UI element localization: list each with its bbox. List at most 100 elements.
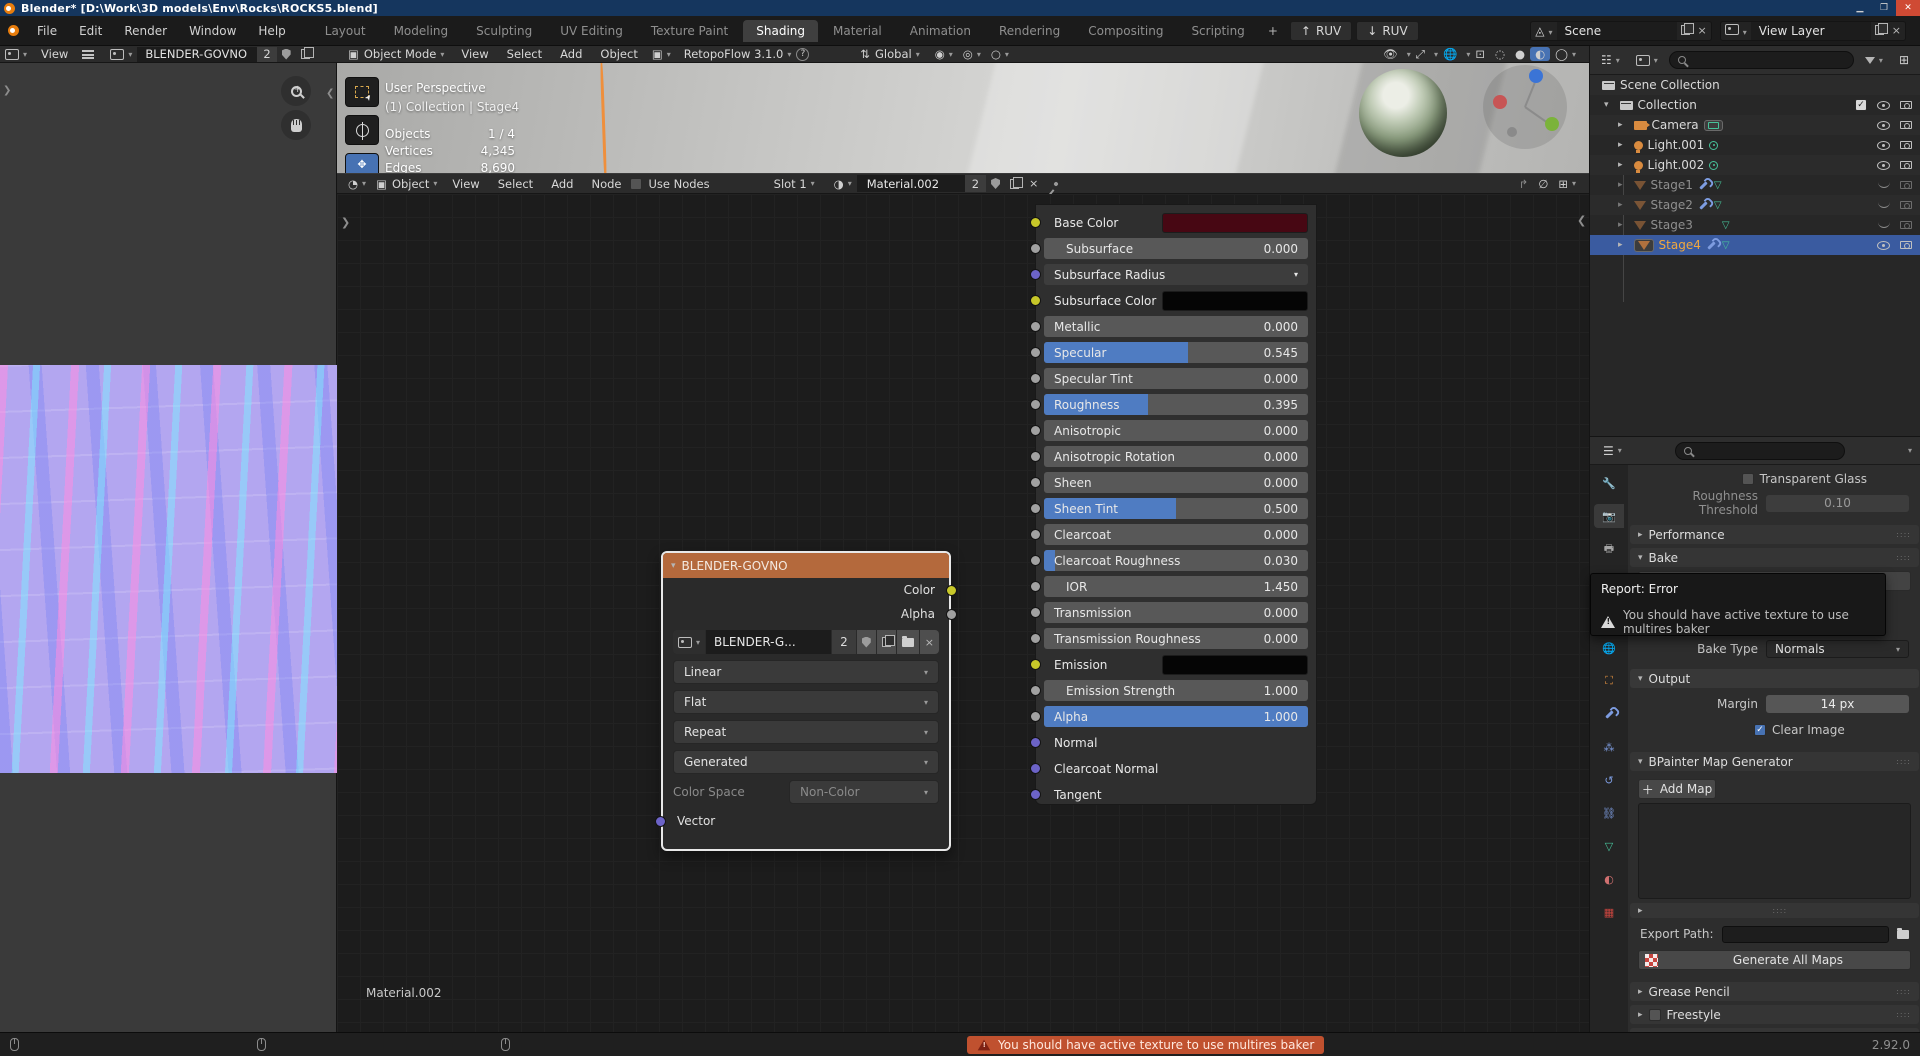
shading-material-preview-icon[interactable]: ◐: [1530, 47, 1551, 61]
active-tool-dropdown[interactable]: ▣ ▾: [647, 47, 676, 61]
properties-search-input[interactable]: [1674, 441, 1845, 460]
expand-arrow-icon[interactable]: ▸: [1618, 180, 1623, 190]
principled-bsdf-node[interactable]: Base Color Subsurface 0.000 Subsurface Ra…: [1030, 204, 1317, 805]
drag-handle-icon[interactable]: ::::: [1896, 553, 1911, 562]
outliner-row-stage4[interactable]: ▸ Stage4 ▽: [1590, 235, 1920, 255]
menu-render[interactable]: Render: [114, 21, 177, 41]
image-editor-canvas[interactable]: ❯ ❮: [0, 63, 337, 1032]
bsdf-row-tangent[interactable]: Tangent: [1030, 784, 1308, 805]
collection-checkbox[interactable]: ✓: [1855, 99, 1867, 111]
viewport-add-menu[interactable]: Add: [551, 47, 591, 61]
input-socket[interactable]: [1030, 451, 1041, 462]
input-socket[interactable]: [1030, 529, 1041, 540]
tab-texture-paint[interactable]: Texture Paint: [638, 20, 741, 42]
outliner-row-light1[interactable]: ▸ Light.001: [1590, 135, 1920, 155]
browse-material-icon[interactable]: ◑ ▾: [829, 177, 857, 191]
grease-pencil-section[interactable]: ▸ Grease Pencil::::: [1630, 982, 1919, 1001]
bsdf-row-subsurface[interactable]: Subsurface 0.000: [1030, 238, 1308, 259]
bsdf-row-specular[interactable]: Specular 0.545: [1030, 342, 1308, 363]
shading-solid-icon[interactable]: ●: [1510, 47, 1530, 61]
hidden-eye-icon[interactable]: [1878, 202, 1890, 208]
input-socket[interactable]: [1030, 503, 1041, 514]
hide-viewport-icon[interactable]: [1877, 160, 1890, 170]
roughness-threshold-field[interactable]: 0.10: [1766, 494, 1909, 512]
color-output-socket[interactable]: [946, 585, 957, 596]
input-socket[interactable]: [1030, 347, 1041, 358]
tab-physics-icon[interactable]: ↺: [1594, 768, 1624, 792]
tab-animation[interactable]: Animation: [897, 20, 984, 42]
tab-texture-icon[interactable]: ▦: [1594, 900, 1624, 924]
outliner-row-collection[interactable]: ▾ Collection ✓: [1590, 95, 1920, 115]
input-socket[interactable]: [1030, 477, 1041, 488]
unlink-view-layer-icon[interactable]: ×: [1888, 24, 1905, 37]
margin-field[interactable]: 14 px: [1766, 695, 1909, 713]
use-nodes-checkbox[interactable]: [630, 177, 643, 190]
tab-modifiers-icon[interactable]: [1594, 702, 1624, 726]
output-section[interactable]: ▾ Output: [1630, 669, 1919, 688]
blender-menu-icon[interactable]: [8, 25, 19, 36]
cursor-tool-button[interactable]: [345, 115, 379, 145]
bpainter-section[interactable]: ▾ BPainter Map Generator::::: [1630, 752, 1919, 771]
tab-material[interactable]: Material: [820, 20, 895, 42]
tab-rendering[interactable]: Rendering: [986, 20, 1073, 42]
viewport-canvas[interactable]: User Perspective (1) Collection | Stage4…: [337, 63, 1589, 173]
properties-filter-dropdown[interactable]: ▾: [1908, 446, 1912, 455]
transparent-glass-checkbox[interactable]: [1741, 473, 1754, 485]
input-socket[interactable]: [1030, 373, 1041, 384]
hide-viewport-icon[interactable]: [1877, 140, 1890, 150]
menu-help[interactable]: Help: [248, 21, 295, 41]
texture-image-users[interactable]: 2: [832, 630, 856, 654]
menu-window[interactable]: Window: [179, 21, 246, 41]
ruv-export-button[interactable]: ↑ RUV: [1289, 20, 1353, 41]
insert-node-arrow-icon[interactable]: ↱: [1514, 177, 1534, 191]
generate-all-maps-button[interactable]: Generate All Maps: [1638, 950, 1911, 970]
shader-type-selector[interactable]: Object: [392, 177, 429, 191]
editor-type-button[interactable]: ▾: [0, 48, 32, 60]
browse-folder-icon[interactable]: [1897, 927, 1909, 939]
slot-selector[interactable]: Slot 1: [774, 177, 807, 191]
mode-selector[interactable]: Object Mode: [364, 47, 436, 61]
bsdf-row-transmission[interactable]: Transmission 0.000: [1030, 602, 1308, 623]
light-data-icon[interactable]: [1709, 140, 1719, 150]
color-space-dropdown[interactable]: Non-Color ▾: [789, 780, 939, 804]
freestyle-checkbox[interactable]: [1648, 1008, 1661, 1021]
expand-arrow-icon[interactable]: ▸: [1618, 220, 1623, 230]
tab-constraints-icon[interactable]: ⛓: [1594, 801, 1624, 825]
input-socket[interactable]: [1030, 399, 1041, 410]
bake-type-dropdown[interactable]: Normals ▾: [1766, 640, 1909, 658]
pan-nav-button[interactable]: [281, 110, 311, 140]
shading-rendered-icon[interactable]: ◯ ▾: [1550, 47, 1581, 61]
texture-image-name[interactable]: BLENDER-G...: [706, 630, 832, 654]
status-warning-chip[interactable]: You should have active texture to use mu…: [967, 1036, 1325, 1054]
expand-arrow-icon[interactable]: ▸: [1618, 160, 1623, 170]
input-socket[interactable]: [1030, 685, 1041, 696]
input-socket[interactable]: [1030, 711, 1041, 722]
navigation-gizmo[interactable]: [1483, 65, 1567, 149]
camera-data-icon[interactable]: [1703, 119, 1723, 131]
bsdf-row-base-color[interactable]: Base Color: [1030, 212, 1308, 233]
maximize-button[interactable]: ❐: [1872, 0, 1896, 16]
bsdf-row-subsurface-radius[interactable]: Subsurface Radius ▾: [1030, 264, 1308, 285]
overlays-icon[interactable]: 🌐: [1438, 47, 1462, 61]
interpolation-dropdown[interactable]: Linear ▾: [673, 660, 939, 684]
texture-open-folder-icon[interactable]: [896, 630, 919, 654]
disable-render-icon[interactable]: [1900, 101, 1912, 109]
bsdf-row-clearcoat-normal[interactable]: Clearcoat Normal: [1030, 758, 1308, 779]
input-socket[interactable]: [1030, 607, 1041, 618]
pin-icon[interactable]: [1049, 180, 1063, 187]
expand-arrow-icon[interactable]: ▸: [1618, 240, 1623, 250]
view-layer-name-field[interactable]: View Layer: [1750, 21, 1871, 40]
image-name-field[interactable]: BLENDER-GOVNO: [137, 46, 258, 62]
disable-render-icon[interactable]: [1900, 121, 1912, 129]
outliner-row-stage2[interactable]: ▸ Stage2 ▽: [1590, 195, 1920, 215]
input-socket[interactable]: [1030, 581, 1041, 592]
input-socket[interactable]: [1030, 555, 1041, 566]
image-editor-hamburger[interactable]: [77, 49, 99, 59]
drag-handle-icon[interactable]: ::::: [1896, 530, 1911, 539]
bsdf-row-alpha[interactable]: Alpha 1.000: [1030, 706, 1308, 727]
outliner-display-mode-button[interactable]: ☷ ▾: [1596, 53, 1625, 67]
shader-add-menu[interactable]: Add: [542, 177, 582, 191]
input-socket[interactable]: [1030, 321, 1041, 332]
mesh-data-icon[interactable]: ▽: [1722, 240, 1730, 251]
properties-editor-type-button[interactable]: ☰ ▾: [1598, 444, 1627, 458]
